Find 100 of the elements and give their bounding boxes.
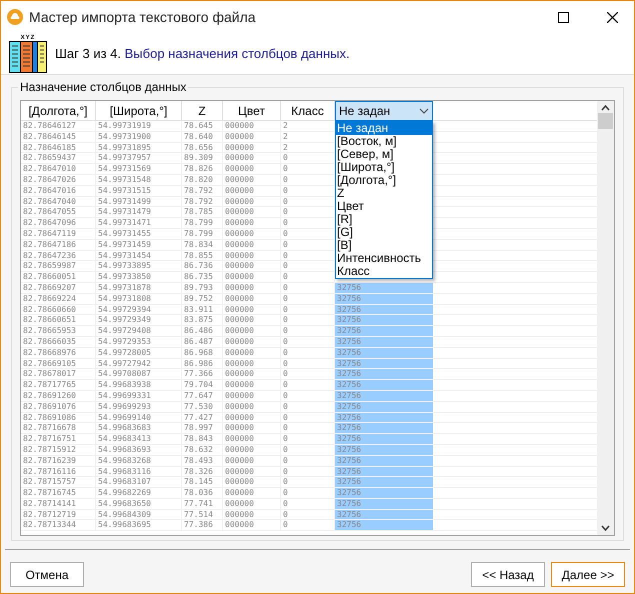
- table-cell: 32756: [335, 412, 433, 422]
- dropdown-option[interactable]: [B]: [336, 239, 432, 252]
- table-cell: 82.78717765: [21, 380, 96, 390]
- table-cell: 82.78691260: [21, 390, 96, 401]
- table-cell: 82.78659437: [21, 153, 96, 164]
- dropdown-option[interactable]: Класс: [336, 265, 432, 278]
- table-cell: 54.99731459: [96, 240, 182, 250]
- table-cell: 32756: [335, 434, 433, 444]
- table-cell: 82.78713344: [21, 520, 96, 530]
- table-cell: 000000: [223, 520, 281, 530]
- table-cell: 000000: [223, 272, 281, 282]
- column-header[interactable]: Z: [182, 101, 223, 120]
- table-cell: 32756: [335, 498, 433, 509]
- table-cell: 77.386: [182, 520, 223, 530]
- table-cell: 000000: [223, 358, 281, 368]
- window-title: Мастер импорта текстового файла: [29, 8, 257, 27]
- chevron-down-icon: [419, 108, 429, 114]
- table-cell: 32756: [335, 466, 433, 476]
- table-cell: 82.78660651: [21, 315, 96, 326]
- table-cell: 000000: [223, 196, 281, 206]
- close-icon[interactable]: [607, 12, 618, 22]
- table-cell: 82.78715912: [21, 444, 96, 455]
- column-header[interactable]: [Долгота,°]: [21, 101, 96, 120]
- dialog-button[interactable]: Отмена: [10, 562, 84, 587]
- table-cell: 82.78647040: [21, 196, 96, 206]
- table-cell: 32756: [335, 456, 433, 466]
- maximize-icon[interactable]: [558, 12, 569, 22]
- table-cell: 54.99728005: [96, 348, 182, 358]
- table-cell: 82.78691086: [21, 412, 96, 422]
- dropdown-option[interactable]: Интенсивность: [336, 252, 432, 265]
- table-cell: 78.036: [182, 488, 223, 498]
- table-cell: 78.640: [182, 132, 223, 142]
- dropdown-option[interactable]: Цвет: [336, 200, 432, 213]
- table-cell: 54.99683693: [96, 444, 182, 455]
- table-cell: 82.78646145: [21, 132, 96, 142]
- table-cell: 82.78669105: [21, 358, 96, 368]
- table-cell: 54.99733850: [96, 272, 182, 282]
- table-cell: 54.99731499: [96, 196, 182, 206]
- table-cell: 000000: [223, 315, 281, 326]
- column-header[interactable]: Цвет: [223, 101, 281, 120]
- table-cell: 000000: [223, 348, 281, 358]
- table-cell: 32756: [335, 390, 433, 401]
- dropdown-option[interactable]: Z: [336, 187, 432, 200]
- column-select[interactable]: Не задан: [335, 101, 433, 121]
- table-cell: 000000: [223, 510, 281, 520]
- table-cell: 86.736: [182, 261, 223, 272]
- dropdown-option[interactable]: [Восток, м]: [336, 135, 432, 148]
- table-cell: 78.645: [182, 121, 223, 131]
- table-cell: 54.99682269: [96, 488, 182, 498]
- table-cell: 32756: [335, 294, 433, 304]
- table-cell: 000000: [223, 402, 281, 412]
- table-cell: 000000: [223, 261, 281, 272]
- table-cell: 54.99683413: [96, 434, 182, 444]
- table-cell: 000000: [223, 121, 281, 131]
- dropdown-option[interactable]: [R]: [336, 213, 432, 226]
- table-cell: 000000: [223, 380, 281, 390]
- column-header[interactable]: [Широта,°]: [96, 101, 182, 120]
- table-cell: 32756: [335, 488, 433, 498]
- table-cell: 54.99731900: [96, 132, 182, 142]
- table-cell: 54.99733895: [96, 261, 182, 272]
- table-cell: 82.78668976: [21, 348, 96, 358]
- table-cell: 000000: [223, 466, 281, 476]
- table-cell: 54.99683938: [96, 380, 182, 390]
- table-cell: 32756: [335, 444, 433, 455]
- table-cell: 82.78647055: [21, 207, 96, 218]
- table-cell: 82.78669224: [21, 294, 96, 304]
- table-cell: 000000: [223, 153, 281, 164]
- table-cell: 77.427: [182, 412, 223, 422]
- scroll-thumb[interactable]: [598, 113, 613, 129]
- table-cell: 89.793: [182, 282, 223, 293]
- dialog-button[interactable]: Далее >>: [551, 562, 625, 587]
- table-cell: 54.99731548: [96, 174, 182, 185]
- table-cell: 54.99731479: [96, 207, 182, 218]
- dialog-button[interactable]: << Назад: [471, 562, 545, 587]
- dropdown-option[interactable]: [G]: [336, 226, 432, 239]
- table-cell: 000000: [223, 142, 281, 152]
- table-cell: 54.99729408: [96, 326, 182, 336]
- table-cell: 000000: [223, 390, 281, 401]
- vertical-scrollbar[interactable]: [597, 101, 614, 535]
- table-cell: 000000: [223, 326, 281, 336]
- table-cell: 54.99699331: [96, 390, 182, 401]
- table-cell: 000000: [223, 477, 281, 488]
- table-cell: 89.752: [182, 294, 223, 304]
- table-cell: 78.493: [182, 456, 223, 466]
- dropdown-option[interactable]: Не задан: [336, 122, 432, 135]
- table-cell: 54.99731919: [96, 121, 182, 131]
- table-cell: 000000: [223, 186, 281, 196]
- table-cell: 82.78647186: [21, 240, 96, 250]
- table-cell: 82.78646185: [21, 142, 96, 152]
- table-cell: 78.632: [182, 444, 223, 455]
- dropdown-option[interactable]: [Долгота,°]: [336, 174, 432, 187]
- dropdown-option[interactable]: [Широта,°]: [336, 161, 432, 174]
- table-cell: 83.875: [182, 315, 223, 326]
- table-cell: 78.834: [182, 240, 223, 250]
- table-cell: 54.99729394: [96, 304, 182, 314]
- dropdown-option[interactable]: [Север, м]: [336, 148, 432, 161]
- table-cell: 89.309: [182, 153, 223, 164]
- table-cell: 86.968: [182, 348, 223, 358]
- table-cell: 82.78716678: [21, 423, 96, 434]
- table-columns-icon: [9, 40, 47, 72]
